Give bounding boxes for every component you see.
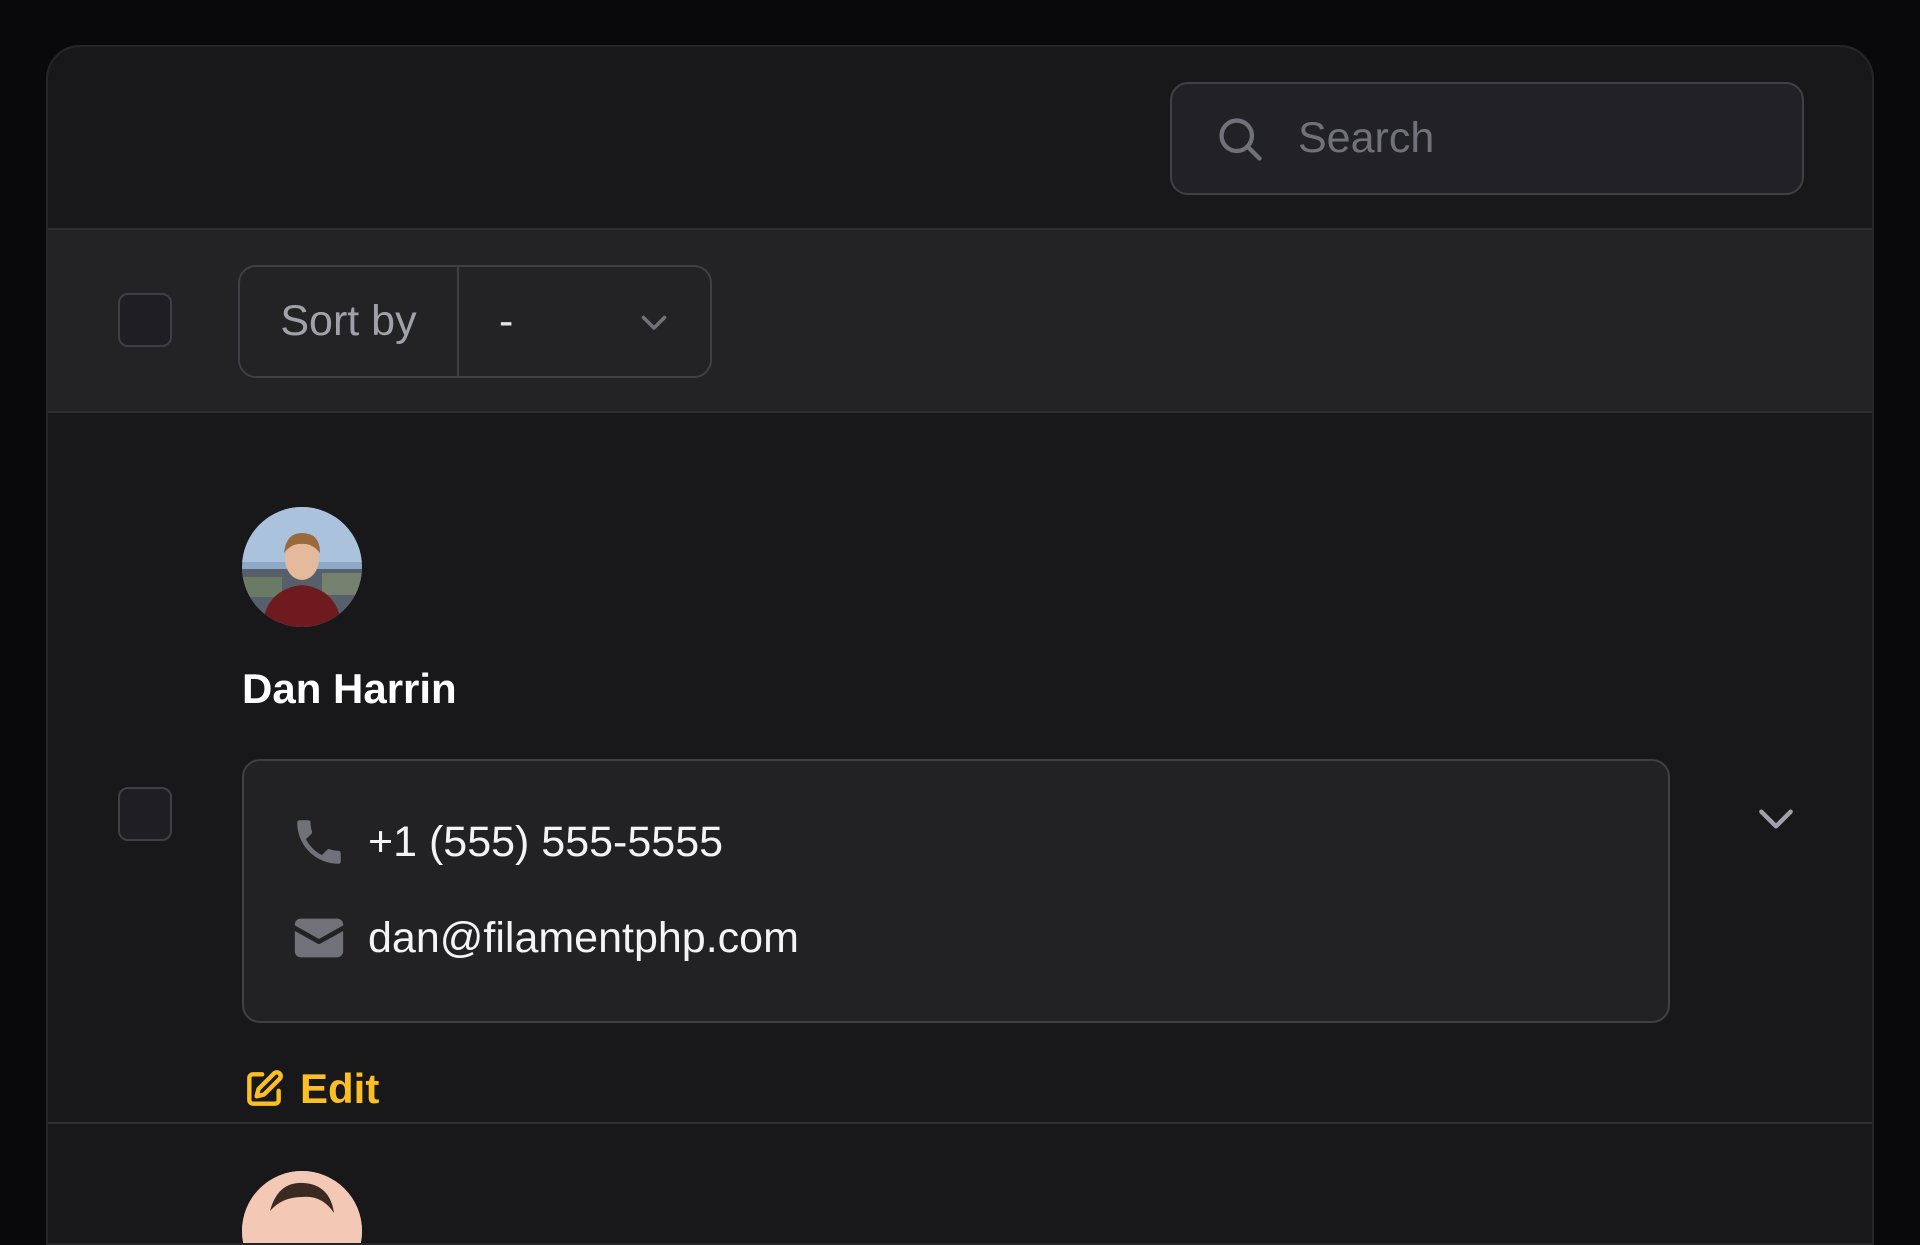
search-icon bbox=[1219, 117, 1262, 161]
table-card: Sort by - Dan Harrin bbox=[46, 45, 1874, 1245]
select-all-checkbox[interactable] bbox=[118, 293, 172, 347]
search-input[interactable] bbox=[1296, 113, 1776, 164]
avatar bbox=[242, 507, 362, 627]
table-toolbar: Sort by - bbox=[48, 230, 1872, 413]
sort-select-value: - bbox=[499, 297, 514, 345]
avatar-photo bbox=[242, 507, 362, 627]
chevron-down-icon bbox=[641, 315, 667, 330]
avatar-photo bbox=[242, 1171, 362, 1243]
email-line: dan@filamentphp.com bbox=[290, 909, 799, 967]
contact-details-panel: +1 (555) 555-5555 dan@filamentphp.com bbox=[242, 759, 1670, 1023]
edit-button[interactable]: Edit bbox=[242, 1065, 379, 1113]
pencil-square-icon bbox=[247, 1070, 283, 1106]
avatar bbox=[242, 1171, 362, 1243]
edit-label: Edit bbox=[300, 1065, 380, 1112]
sort-control[interactable]: Sort by - bbox=[238, 265, 712, 378]
phone-number: +1 (555) 555-5555 bbox=[368, 817, 724, 866]
row-checkbox[interactable] bbox=[118, 787, 172, 841]
search-field[interactable] bbox=[1170, 82, 1804, 195]
expand-chevron-icon[interactable] bbox=[1754, 797, 1798, 841]
sort-by-label: Sort by bbox=[240, 267, 459, 376]
table-header bbox=[48, 47, 1872, 230]
sort-select[interactable]: - bbox=[459, 267, 710, 376]
phone-line: +1 (555) 555-5555 bbox=[290, 813, 723, 871]
phone-icon bbox=[297, 820, 341, 864]
table-row[interactable]: Dan Harrin +1 (555) 555-5555 dan@filamen… bbox=[48, 413, 1872, 1124]
envelope-icon bbox=[294, 918, 344, 958]
record-name: Dan Harrin bbox=[242, 665, 457, 712]
email-address: dan@filamentphp.com bbox=[368, 913, 799, 962]
